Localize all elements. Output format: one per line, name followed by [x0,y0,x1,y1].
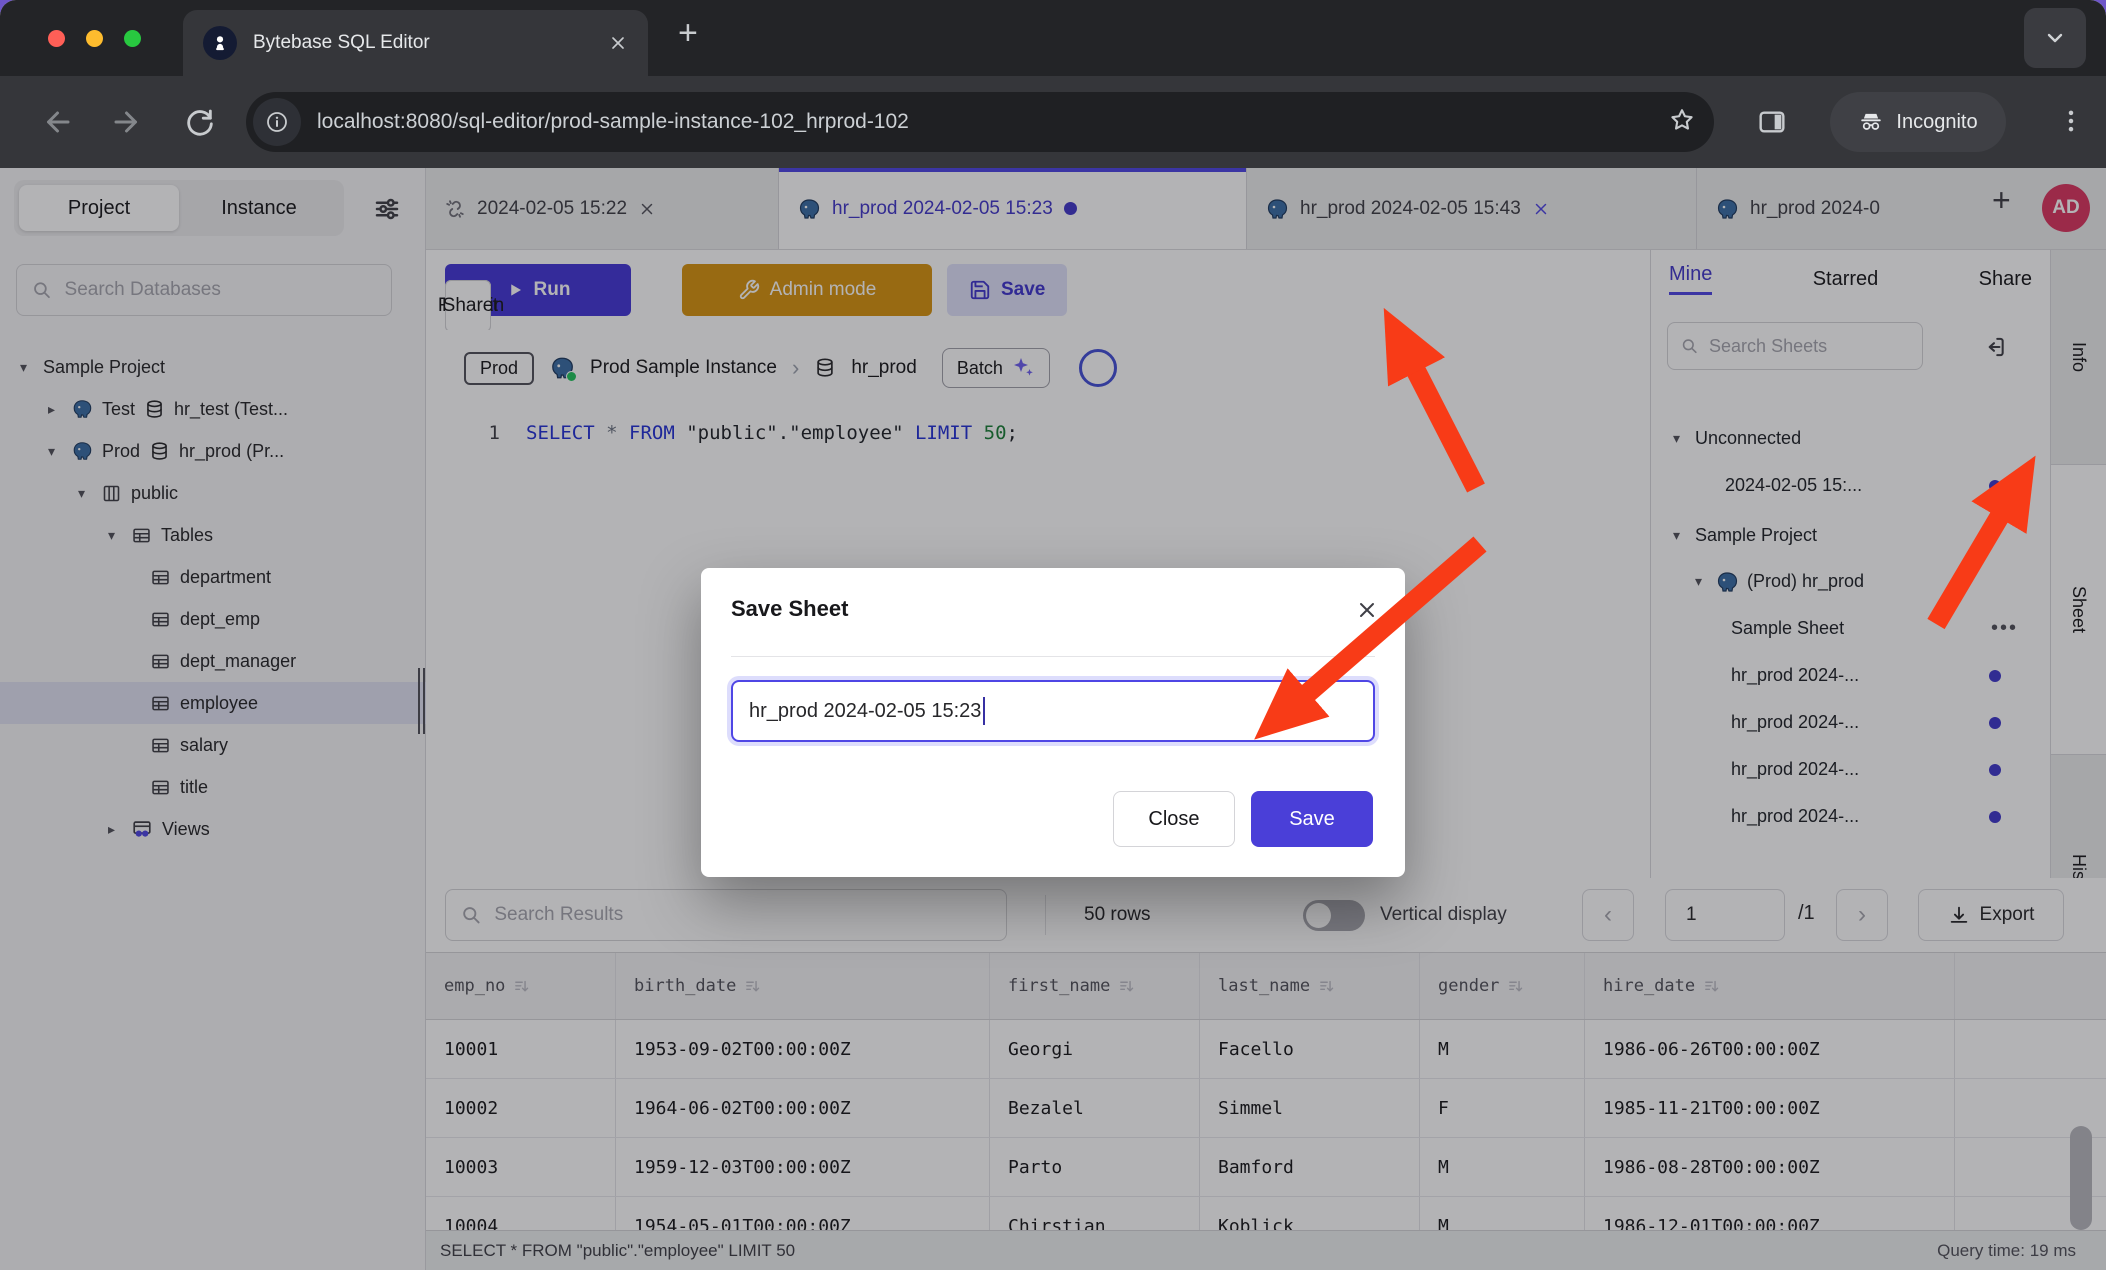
browser-toolbar: localhost:8080/sql-editor/prod-sample-in… [0,76,2106,168]
dialog-close-icon[interactable] [1355,598,1379,622]
window-minimize-button[interactable] [86,30,103,47]
new-tab-button[interactable]: + [678,14,698,53]
window-close-button[interactable] [48,30,65,47]
tab-list-button[interactable] [2024,8,2086,68]
save-sheet-dialog: Save Sheet hr_prod 2024-02-05 15:23 Clos… [701,568,1405,877]
incognito-icon [1858,109,1884,135]
close-button[interactable]: Close [1113,791,1235,847]
browser-tab-strip: Bytebase SQL Editor + [0,0,2106,76]
window-maximize-button[interactable] [124,30,141,47]
chevron-down-icon [2043,26,2067,50]
browser-tab-title: Bytebase SQL Editor [253,32,592,54]
bytebase-favicon [203,26,237,60]
back-icon[interactable] [38,104,74,140]
bytebase-sql-editor: Project Instance ▾ Sample Project ▸ Test [0,168,2106,1270]
bookmark-star-button[interactable] [1668,106,1696,139]
reload-icon[interactable] [182,104,216,138]
browser-window: Bytebase SQL Editor + localhost:8080/sql… [0,0,2106,1270]
star-icon [1668,106,1696,134]
side-panel-icon[interactable] [1756,106,1788,138]
tab-close-icon[interactable] [608,33,628,53]
browser-menu-icon[interactable] [2056,106,2086,136]
forward-icon[interactable] [110,104,146,140]
url-text: localhost:8080/sql-editor/prod-sample-in… [317,110,909,134]
info-icon [265,110,289,134]
sheet-name-input[interactable]: hr_prod 2024-02-05 15:23 [731,680,1375,742]
desktop: Bytebase SQL Editor + localhost:8080/sql… [0,0,2106,1270]
incognito-badge: Incognito [1830,92,2006,152]
save-confirm-button[interactable]: Save [1251,791,1373,847]
address-bar[interactable]: localhost:8080/sql-editor/prod-sample-in… [246,92,1714,152]
incognito-label: Incognito [1896,111,1977,134]
browser-tab[interactable]: Bytebase SQL Editor [183,10,648,76]
text-cursor [983,697,985,725]
divider [731,656,1375,657]
dialog-title: Save Sheet [731,596,848,622]
site-info-button[interactable] [253,98,301,146]
